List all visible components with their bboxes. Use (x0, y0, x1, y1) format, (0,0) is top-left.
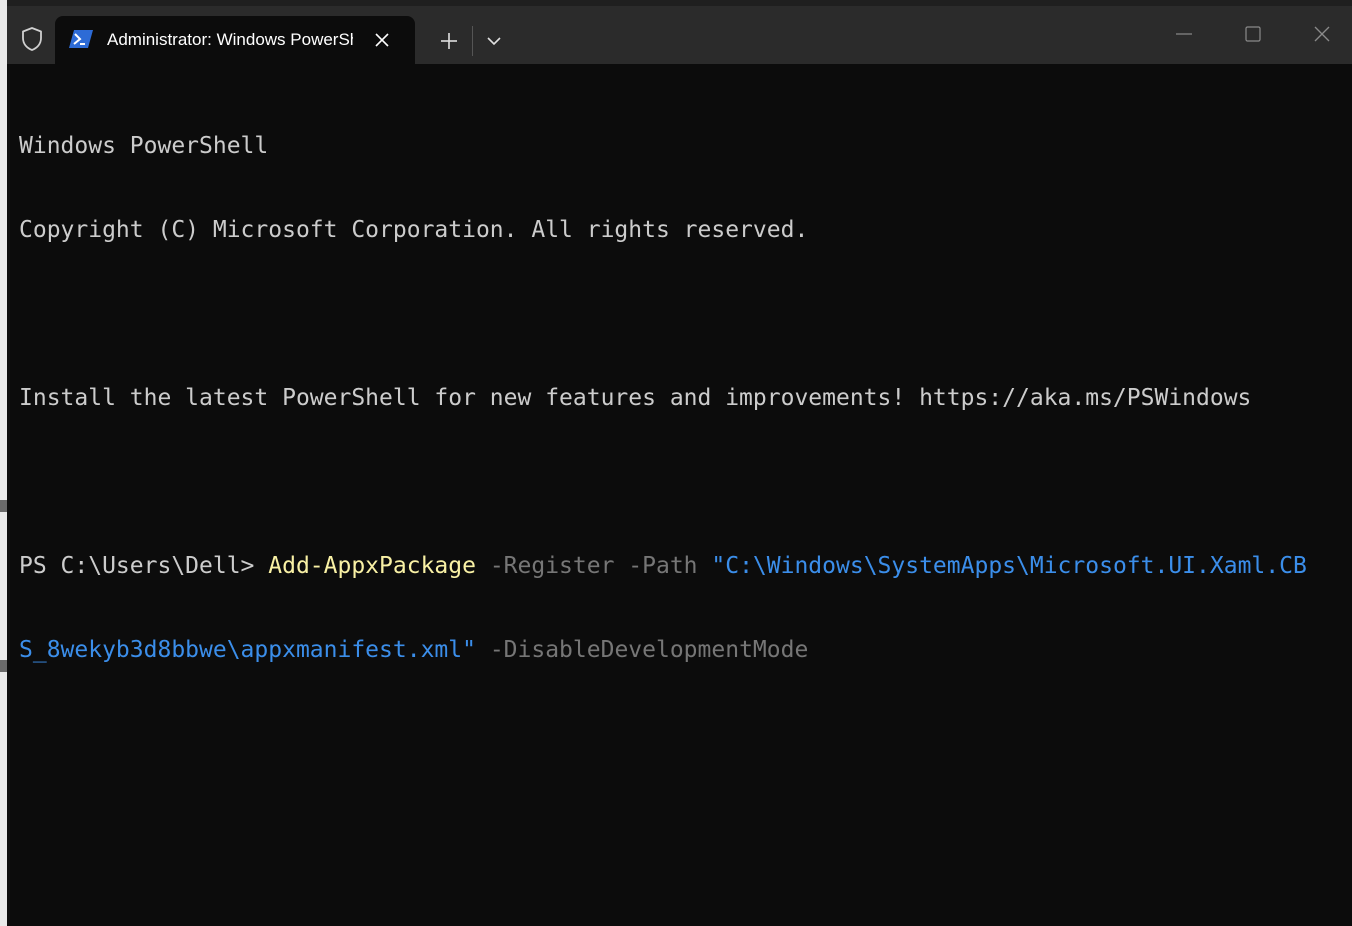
new-tab-button[interactable] (429, 26, 469, 56)
plus-icon (441, 33, 457, 49)
powershell-icon (69, 28, 93, 50)
tab-dropdown-button[interactable] (477, 26, 511, 56)
terminal-line: Install the latest PowerShell for new fe… (19, 385, 1252, 411)
path-string-continued: S_8wekyb3d8bbwe\appxmanifest.xml" (19, 637, 476, 663)
terminal-line: Windows PowerShell (19, 133, 269, 159)
tab-powershell[interactable]: Administrator: Windows PowerShell (55, 16, 415, 64)
title-bar[interactable]: Administrator: Windows PowerShell (7, 6, 1352, 64)
minimize-icon (1176, 33, 1192, 35)
close-icon (1314, 26, 1330, 42)
background-scroll-marker (0, 660, 7, 672)
toolbar-divider (472, 26, 473, 56)
maximize-button[interactable] (1231, 16, 1275, 52)
command-name: Add-AppxPackage (268, 553, 476, 579)
path-string: "C:\Windows\SystemApps\Microsoft.UI.Xaml… (711, 553, 1307, 579)
tab-close-button[interactable] (370, 28, 394, 52)
minimize-button[interactable] (1162, 16, 1206, 52)
chevron-down-icon (487, 37, 501, 46)
terminal-window: Administrator: Windows PowerShell Window… (7, 6, 1352, 926)
command-parameters: -DisableDevelopmentMode (475, 637, 809, 663)
terminal-line: Copyright (C) Microsoft Corporation. All… (19, 217, 809, 243)
command-line: PS C:\Users\Dell> Add-AppxPackage -Regis… (19, 552, 1349, 580)
close-icon (375, 33, 389, 47)
command-line-wrap: S_8wekyb3d8bbwe\appxmanifest.xml" -Disab… (19, 636, 1349, 664)
prompt: PS C:\Users\Dell> (19, 553, 269, 579)
close-window-button[interactable] (1300, 16, 1344, 52)
maximize-icon (1245, 26, 1261, 42)
shield-icon (17, 24, 47, 54)
command-parameters: -Register -Path (475, 553, 712, 579)
background-window-edge (0, 0, 7, 926)
background-scroll-marker (0, 500, 7, 512)
tab-title: Administrator: Windows PowerShell (107, 30, 353, 49)
terminal-output[interactable]: Windows PowerShell Copyright (C) Microso… (19, 76, 1349, 720)
